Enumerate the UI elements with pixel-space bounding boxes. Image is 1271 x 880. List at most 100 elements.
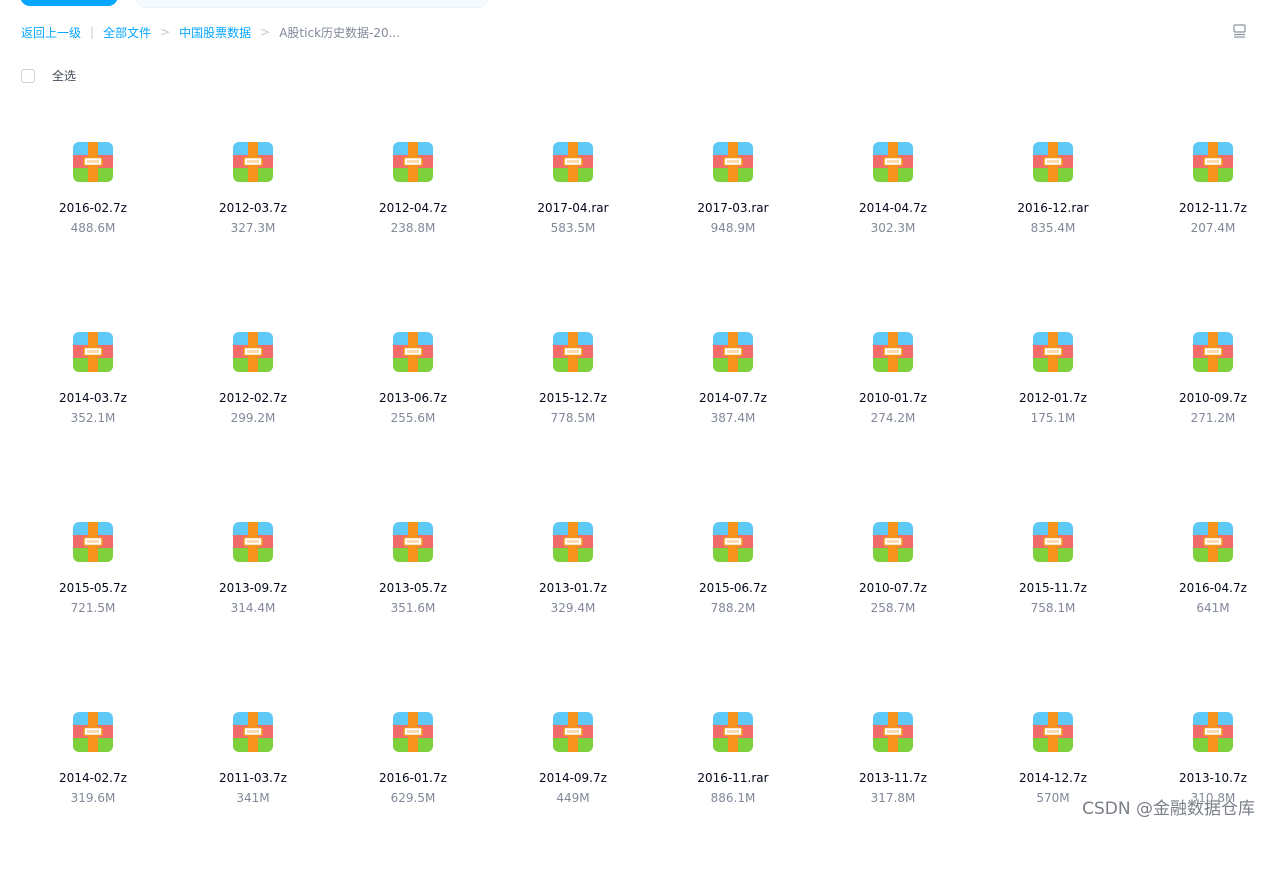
archive-file-icon [1033, 332, 1073, 372]
breadcrumb-all-files[interactable]: 全部文件 [103, 24, 151, 41]
select-all-checkbox[interactable] [21, 68, 35, 83]
file-name[interactable]: 2010-07.7z [813, 580, 973, 596]
search-input[interactable] [134, 0, 490, 8]
breadcrumb-china-stock-data[interactable]: 中国股票数据 [179, 24, 251, 41]
file-item[interactable]: 2015-06.7z 788.2M [653, 500, 813, 690]
file-item[interactable]: 2015-12.7z 778.5M [493, 310, 653, 500]
file-size: 271.2M [1190, 411, 1236, 425]
file-name[interactable]: 2011-03.7z [173, 770, 333, 786]
file-name[interactable]: 2015-11.7z [973, 580, 1133, 596]
file-name[interactable]: 2016-12.rar [973, 200, 1133, 216]
file-size: 641M [1196, 601, 1230, 615]
file-name[interactable]: 2017-04.rar [493, 200, 653, 216]
file-size: 329.4M [550, 601, 596, 615]
file-item[interactable]: 2013-01.7z 329.4M [493, 500, 653, 690]
file-item[interactable]: 2010-09.7z 271.2M [1133, 310, 1271, 500]
archive-file-icon [713, 712, 753, 752]
file-name[interactable]: 2013-09.7z [173, 580, 333, 596]
file-item[interactable]: 2014-03.7z 352.1M [13, 310, 173, 500]
file-size: 319.6M [70, 791, 116, 805]
file-item[interactable]: 2013-11.7z 317.8M [813, 690, 973, 880]
file-item[interactable]: 2013-05.7z 351.6M [333, 500, 493, 690]
file-item[interactable]: 2016-04.7z 641M [1133, 500, 1271, 690]
archive-file-icon [393, 712, 433, 752]
file-name[interactable]: 2015-12.7z [493, 390, 653, 406]
file-item[interactable]: 2014-09.7z 449M [493, 690, 653, 880]
file-item[interactable]: 2016-12.rar 835.4M [973, 120, 1133, 310]
file-name[interactable]: 2012-02.7z [173, 390, 333, 406]
file-item[interactable]: 2013-09.7z 314.4M [173, 500, 333, 690]
archive-file-icon [553, 332, 593, 372]
file-size: 387.4M [710, 411, 756, 425]
file-name[interactable]: 2013-01.7z [493, 580, 653, 596]
file-item[interactable]: 2016-11.rar 886.1M [653, 690, 813, 880]
file-size: 238.8M [390, 221, 436, 235]
archive-file-icon [1033, 142, 1073, 182]
file-item[interactable]: 2012-02.7z 299.2M [173, 310, 333, 500]
file-name[interactable]: 2014-04.7z [813, 200, 973, 216]
file-name[interactable]: 2013-11.7z [813, 770, 973, 786]
file-size: 299.2M [230, 411, 276, 425]
file-name[interactable]: 2014-03.7z [13, 390, 173, 406]
file-size: 274.2M [870, 411, 916, 425]
file-name[interactable]: 2013-10.7z [1133, 770, 1271, 786]
select-all-label: 全选 [52, 69, 77, 83]
file-name[interactable]: 2010-09.7z [1133, 390, 1271, 406]
file-name[interactable]: 2014-07.7z [653, 390, 813, 406]
file-name[interactable]: 2015-06.7z [653, 580, 813, 596]
file-name[interactable]: 2012-01.7z [973, 390, 1133, 406]
file-item[interactable]: 2017-04.rar 583.5M [493, 120, 653, 310]
file-item[interactable]: 2012-11.7z 207.4M [1133, 120, 1271, 310]
file-item[interactable]: 2013-10.7z 310.8M [1133, 690, 1271, 880]
file-name[interactable]: 2014-09.7z [493, 770, 653, 786]
file-size: 351.6M [390, 601, 436, 615]
file-item[interactable]: 2015-11.7z 758.1M [973, 500, 1133, 690]
file-item[interactable]: 2014-04.7z 302.3M [813, 120, 973, 310]
file-item[interactable]: 2016-02.7z 488.6M [13, 120, 173, 310]
file-size: 207.4M [1190, 221, 1236, 235]
archive-file-icon [233, 712, 273, 752]
file-item[interactable]: 2014-02.7z 319.6M [13, 690, 173, 880]
file-name[interactable]: 2010-01.7z [813, 390, 973, 406]
file-item[interactable]: 2016-01.7z 629.5M [333, 690, 493, 880]
file-item[interactable]: 2010-01.7z 274.2M [813, 310, 973, 500]
archive-file-icon [1033, 712, 1073, 752]
file-name[interactable]: 2014-12.7z [973, 770, 1133, 786]
file-size: 352.1M [70, 411, 116, 425]
file-name[interactable]: 2016-02.7z [13, 200, 173, 216]
file-name[interactable]: 2017-03.rar [653, 200, 813, 216]
file-item[interactable]: 2012-03.7z 327.3M [173, 120, 333, 310]
archive-file-icon [713, 332, 753, 372]
file-item[interactable]: 2015-05.7z 721.5M [13, 500, 173, 690]
file-grid: 2016-02.7z 488.6M 2012-03.7z 327.3M 2012-04.… [13, 120, 1271, 880]
file-name[interactable]: 2015-05.7z [13, 580, 173, 596]
file-name[interactable]: 2014-02.7z [13, 770, 173, 786]
back-link[interactable]: 返回上一级 [21, 24, 81, 41]
file-item[interactable]: 2011-03.7z 341M [173, 690, 333, 880]
file-name[interactable]: 2012-11.7z [1133, 200, 1271, 216]
file-item[interactable]: 2012-01.7z 175.1M [973, 310, 1133, 500]
file-name[interactable]: 2013-06.7z [333, 390, 493, 406]
upload-button[interactable] [20, 0, 118, 6]
archive-file-icon [393, 332, 433, 372]
file-name[interactable]: 2016-01.7z [333, 770, 493, 786]
archive-file-icon [233, 332, 273, 372]
file-item[interactable]: 2012-04.7z 238.8M [333, 120, 493, 310]
file-name[interactable]: 2016-11.rar [653, 770, 813, 786]
file-name[interactable]: 2013-05.7z [333, 580, 493, 596]
breadcrumb-current: A股tick历史数据-20... [279, 25, 401, 40]
file-item[interactable]: 2014-07.7z 387.4M [653, 310, 813, 500]
chevron-right-icon: > [260, 25, 271, 39]
view-toggle-icon[interactable] [1233, 24, 1246, 38]
file-item[interactable]: 2014-12.7z 570M [973, 690, 1133, 880]
file-item[interactable]: 2017-03.rar 948.9M [653, 120, 813, 310]
file-name[interactable]: 2016-04.7z [1133, 580, 1271, 596]
archive-file-icon [73, 332, 113, 372]
file-item[interactable]: 2010-07.7z 258.7M [813, 500, 973, 690]
file-name[interactable]: 2012-04.7z [333, 200, 493, 216]
archive-file-icon [873, 332, 913, 372]
file-name[interactable]: 2012-03.7z [173, 200, 333, 216]
file-size: 488.6M [70, 221, 116, 235]
file-item[interactable]: 2013-06.7z 255.6M [333, 310, 493, 500]
archive-file-icon [73, 142, 113, 182]
